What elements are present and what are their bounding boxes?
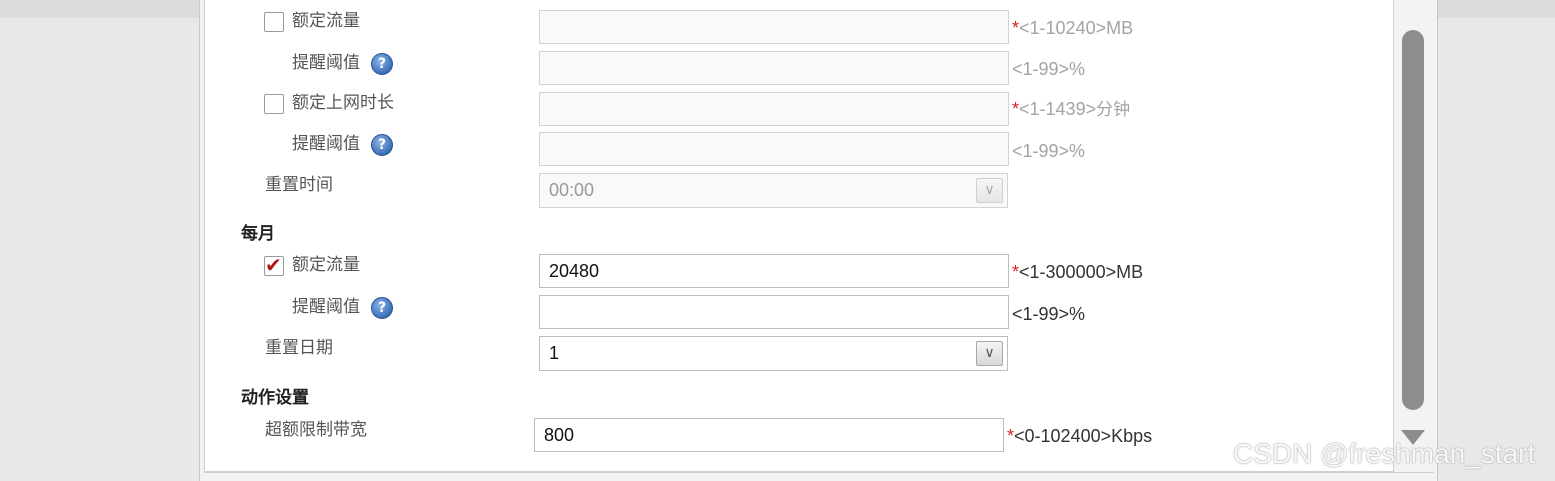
action-section-title: 动作设置	[241, 388, 309, 408]
scrollbar-thumb[interactable]	[1402, 30, 1424, 410]
monthly-traffic-alert-hint: <1-99>%	[1012, 304, 1086, 324]
daily-traffic-alert-hint: <1-99>%	[1012, 59, 1086, 79]
monthly-quota-traffic-input[interactable]: 20480	[539, 254, 1009, 288]
monthly-quota-traffic-checkbox[interactable]: ✔	[264, 253, 284, 277]
monthly-quota-traffic-hint: *<1-300000>MB	[1012, 261, 1143, 283]
daily-time-alert-label: 提醒阈值	[292, 134, 360, 154]
daily-quota-time-checkbox[interactable]	[264, 94, 284, 114]
checkmark-icon: ✔	[265, 253, 282, 277]
required-marker: *	[1007, 426, 1015, 446]
watermark-text: CSDN @freshman_start	[1233, 438, 1536, 469]
daily-time-alert-input[interactable]	[539, 132, 1009, 166]
daily-traffic-alert-label: 提醒阈值	[292, 53, 360, 73]
daily-quota-traffic-input[interactable]	[539, 10, 1009, 44]
daily-quota-time-range: <1-1439>	[1019, 99, 1097, 119]
monthly-section-title: 每月	[241, 224, 275, 244]
daily-time-alert-hint: <1-99>%	[1012, 141, 1086, 161]
required-marker: *	[1012, 262, 1020, 282]
chevron-down-icon[interactable]: ∨	[976, 341, 1003, 366]
help-question-icon[interactable]: ?	[371, 53, 393, 75]
daily-traffic-alert-input[interactable]	[539, 51, 1009, 85]
over-limit-bandwidth-label: 超额限制带宽	[265, 420, 367, 440]
monthly-traffic-alert-input[interactable]	[539, 295, 1009, 329]
monthly-reset-date-select[interactable]: 1	[539, 336, 1008, 371]
daily-quota-time-label: 额定上网时长	[292, 93, 394, 113]
daily-reset-time-label: 重置时间	[265, 175, 333, 195]
over-limit-bandwidth-hint: *<0-102400>Kbps	[1007, 425, 1152, 447]
daily-quota-traffic-range: <1-10240>MB	[1019, 18, 1134, 38]
monthly-quota-traffic-range: <1-300000>MB	[1019, 262, 1144, 282]
required-marker: *	[1012, 18, 1020, 38]
monthly-reset-date-label: 重置日期	[265, 338, 333, 358]
daily-quota-traffic-label: 额定流量	[292, 11, 360, 31]
daily-quota-traffic-checkbox[interactable]	[264, 12, 284, 32]
monthly-quota-traffic-label: 额定流量	[292, 255, 360, 275]
help-question-icon[interactable]: ?	[371, 134, 393, 156]
daily-quota-time-unit: 分钟	[1096, 100, 1131, 120]
over-limit-bandwidth-range: <0-102400>Kbps	[1014, 426, 1153, 446]
required-marker: *	[1012, 99, 1020, 119]
monthly-traffic-alert-label: 提醒阈值	[292, 297, 360, 317]
daily-quota-traffic-hint: *<1-10240>MB	[1012, 17, 1133, 39]
panel-bottom-border	[204, 472, 1434, 473]
chevron-down-icon[interactable]: ∨	[976, 178, 1003, 203]
daily-quota-time-hint: *<1-1439>分钟	[1012, 98, 1130, 121]
over-limit-bandwidth-input[interactable]: 800	[534, 418, 1004, 452]
daily-reset-time-select[interactable]: 00:00	[539, 173, 1008, 208]
daily-quota-time-input[interactable]	[539, 92, 1009, 126]
help-question-icon[interactable]: ?	[371, 297, 393, 319]
